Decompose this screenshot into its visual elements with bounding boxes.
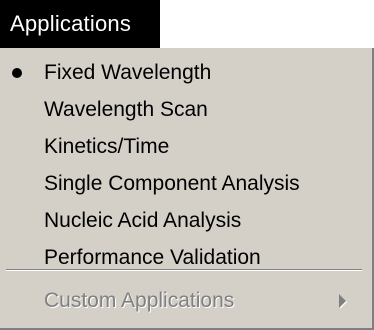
menu-item-label: Single Component Analysis	[44, 172, 300, 195]
menu-item-label: Kinetics/Time	[44, 135, 170, 158]
menu-item-kinetics-time[interactable]: Kinetics/Time	[0, 128, 372, 166]
menu-item-label: Performance Validation	[44, 246, 261, 269]
menu-item-nucleic-acid-analysis[interactable]: Nucleic Acid Analysis	[0, 202, 372, 240]
menu-item-performance-validation[interactable]: Performance Validation	[0, 239, 372, 277]
checked-bullet-icon	[12, 68, 22, 78]
menu-item-label: Nucleic Acid Analysis	[44, 209, 242, 232]
menu-item-fixed-wavelength[interactable]: Fixed Wavelength	[0, 54, 372, 92]
menu-title-applications[interactable]: Applications	[0, 0, 160, 48]
chevron-right-icon	[339, 294, 346, 308]
menu-item-custom-applications: Custom Applications	[0, 282, 372, 320]
applications-dropdown-menu: Fixed Wavelength Wavelength Scan Kinetic…	[0, 48, 374, 330]
menu-item-label: Wavelength Scan	[44, 98, 208, 121]
menu-separator	[6, 269, 362, 271]
menu-item-single-component-analysis[interactable]: Single Component Analysis	[0, 165, 372, 203]
menu-item-label: Fixed Wavelength	[44, 61, 212, 84]
menu-item-label: Custom Applications	[44, 289, 235, 312]
menu-item-wavelength-scan[interactable]: Wavelength Scan	[0, 91, 372, 129]
